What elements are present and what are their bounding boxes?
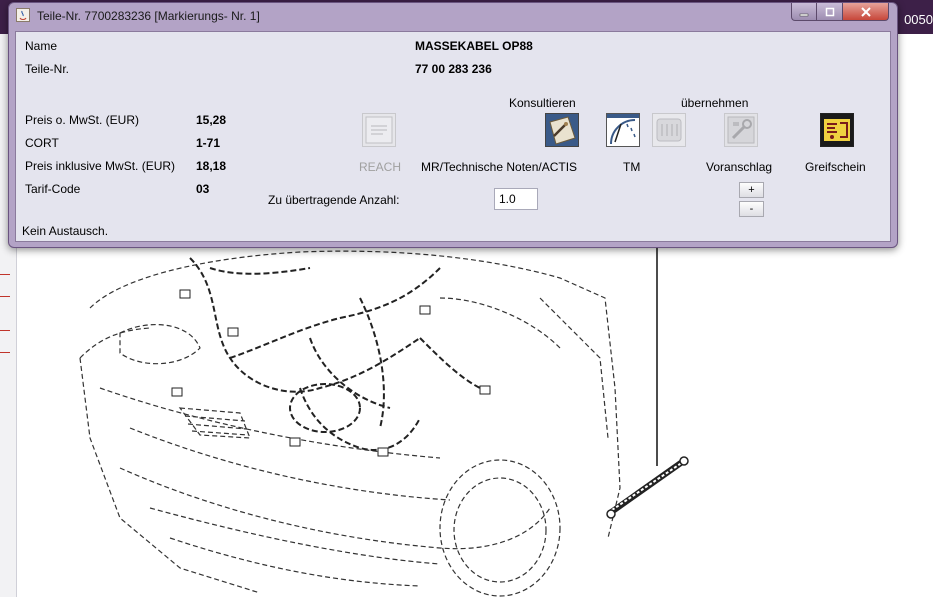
reach-label: REACH [359,160,402,174]
tariff-code-value: 03 [196,182,210,196]
quantity-increase-button[interactable]: + [739,182,764,198]
consult-group-label: Konsultieren [509,96,576,110]
reach-button[interactable] [362,113,396,147]
minimize-button[interactable] [791,3,817,21]
quantity-label: Zu übertragende Anzahl: [268,193,400,207]
pick-slip-icon [821,114,853,146]
tariff-code-label: Tarif-Code [25,182,81,196]
adopt-group-label: übernehmen [681,96,749,110]
parts-drawing[interactable] [60,238,700,597]
clock-gauge-icon [607,114,639,145]
net-price-label: Preis o. MwSt. (EUR) [25,113,140,127]
gross-price-label: Preis inklusive MwSt. (EUR) [25,159,176,173]
close-icon [860,6,871,17]
engine-disabled-icon [656,118,682,142]
details-panel: Name MASSEKABEL OP88 Teile-Nr. 77 00 283… [15,31,891,242]
name-value: MASSEKABEL OP88 [415,39,533,53]
repair-tools-icon [727,116,755,144]
minimize-icon [799,13,809,16]
mr-notes-label: MR/Technische Noten/ACTIS [421,160,578,174]
java-app-icon [16,8,30,22]
background-partial-code: 0050 [904,12,933,27]
reach-disabled-icon [365,116,393,144]
gross-price-value: 18,18 [196,159,227,173]
quantity-decrease-button[interactable]: - [739,201,764,217]
estimate-disabled-button[interactable] [652,113,686,147]
window-controls [791,3,889,21]
status-message: Kein Austausch. [22,224,109,238]
mr-notes-button[interactable] [545,113,579,147]
quantity-input[interactable] [494,188,538,210]
part-details-window[interactable]: Teile-Nr. 7700283236 [Markierungs- Nr. 1… [8,2,898,248]
tm-label: TM [623,160,641,174]
part-number-value: 77 00 283 236 [415,62,492,76]
quote-label: Voranschlag [706,160,773,174]
part-number-label: Teile-Nr. [25,62,70,76]
window-title: Teile-Nr. 7700283236 [Markierungs- Nr. 1… [37,9,260,23]
pick-slip-label: Greifschein [805,160,866,174]
quote-button[interactable] [724,113,758,147]
maximize-icon [825,7,834,16]
name-label: Name [25,39,58,53]
maximize-button[interactable] [817,3,843,21]
cort-label: CORT [25,136,59,150]
document-pen-icon [546,114,578,146]
tm-button[interactable] [606,113,640,147]
cort-value: 1-71 [196,136,221,150]
close-button[interactable] [843,3,889,21]
net-price-value: 15,28 [196,113,227,127]
pick-slip-button[interactable] [820,113,854,147]
